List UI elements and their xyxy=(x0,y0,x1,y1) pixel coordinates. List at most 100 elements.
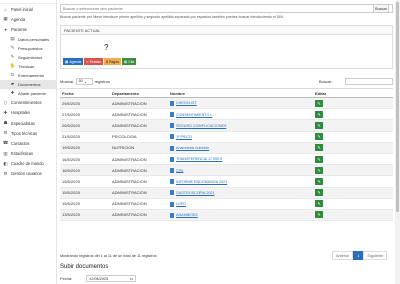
edit-icon[interactable]: ✎ xyxy=(315,144,323,152)
document-link[interactable]: TRANSFERENCIA 17.000 € xyxy=(176,157,222,161)
document-icon xyxy=(170,100,174,106)
patient-button-label: Clla xyxy=(128,59,135,64)
document-icon xyxy=(170,134,174,140)
sidebar-item-especialistas[interactable]: ☗ Especialistas xyxy=(0,118,56,128)
table-search-input[interactable] xyxy=(345,77,393,85)
col-fecha[interactable]: Fecha xyxy=(60,88,110,98)
sidebar-item-tipos-t-cnicas[interactable]: ⚙ Tipos técnicas xyxy=(0,128,56,138)
sidebar-item-label: Documentos xyxy=(18,81,41,87)
table-row: 15/5/2025 ADMINISTRACION INFORME ENDOMANGA… xyxy=(60,175,393,188)
document-link[interactable]: CPA xyxy=(176,168,183,172)
table-header-row: Fecha Departamento Nombre Editar xyxy=(60,88,393,98)
document-link[interactable]: 1ª PSICO xyxy=(176,135,192,139)
sidebar-item-gesti-n-usuarios[interactable]: ⚙ Gestión usuarios xyxy=(0,169,56,179)
sidebar-item-contactos[interactable]: ☎ Contactos xyxy=(0,138,56,148)
fecha-row: Fecha: 12/06/2025 ▭ xyxy=(60,275,137,282)
document-link[interactable]: ANAMNESIS xyxy=(176,213,198,217)
sidebar: ⌂ Panel inicial ▦ Agenda ● Paciente ▤ Datos per… xyxy=(0,0,57,284)
sidebar-item-label: Hospitales xyxy=(11,110,31,116)
sidebar-item-t-cnicas[interactable]: ✋ Técnicas xyxy=(0,62,56,71)
document-link[interactable]: Anamnesis nutrición xyxy=(176,146,209,150)
document-link[interactable]: SEGURO COMPLICACIONES xyxy=(176,124,226,128)
document-link[interactable]: CONSENTIMIENTO L xyxy=(176,113,212,117)
next-page-button[interactable]: Siguiente xyxy=(363,251,388,260)
table-row: 26/5/2025 ADMINISTRACION SEGURO COMPLICACI… xyxy=(60,119,393,132)
sidebar-item-label: Paciente xyxy=(11,26,27,32)
cell-nombre: INFORME ENDOMANGA 2021 xyxy=(168,175,313,188)
cell-fecha: 29/5/2025 xyxy=(60,97,110,110)
fecha-input[interactable]: 12/06/2025 ▭ xyxy=(86,275,137,282)
sidebar-item-agenda[interactable]: ▦ Agenda xyxy=(0,14,56,24)
col-departamento[interactable]: Departamento xyxy=(110,88,168,98)
document-link[interactable]: LOPD xyxy=(176,202,186,206)
main-content: Buscar Buscar paciente por Nieve Introdu… xyxy=(57,0,400,284)
patient-tiradas-button[interactable]: ≡ Tiradas xyxy=(84,58,103,65)
sidebar-item-datos-personales[interactable]: ▤ Datos personales xyxy=(0,35,56,44)
prev-page-button[interactable]: Anterior xyxy=(332,251,354,260)
sidebar-item-estad-sticas[interactable]: ▥ Estadísticas xyxy=(0,149,56,159)
patient-pagos-button[interactable]: $ Pagos xyxy=(103,58,121,65)
dashboard-icon: ◧ xyxy=(3,160,8,166)
folder-icon: ▰ xyxy=(10,81,15,87)
cell-nombre: GASTROSCOPIA 2021 xyxy=(168,187,313,199)
edit-icon[interactable]: ✎ xyxy=(315,166,323,174)
note-icon: ▤ xyxy=(123,59,128,64)
users-gear-icon: ⚙ xyxy=(3,170,8,176)
edit-icon[interactable]: ✎ xyxy=(315,189,323,197)
document-icon xyxy=(170,179,174,185)
edit-icon[interactable]: ✎ xyxy=(315,177,323,185)
sidebar-item-a-adir-paciente[interactable]: ✚ Añadir paciente xyxy=(0,89,56,98)
sidebar-item-cuadro-de-mando[interactable]: ◧ Cuadro de mando xyxy=(0,159,56,169)
page-length-select[interactable]: 50 ⌄ xyxy=(75,77,93,85)
edit-icon[interactable]: ✎ xyxy=(315,121,323,129)
list-icon: ≡ xyxy=(86,59,89,64)
edit-icon[interactable]: ✎ xyxy=(315,200,323,208)
sidebar-item-entrenamiento[interactable]: ⚖ Entrenamiento xyxy=(0,71,56,80)
patient-agenda-button[interactable]: ▦ Agenda xyxy=(63,58,84,65)
sidebar-item-seguimientos[interactable]: ✎ Seguimientos xyxy=(0,53,56,62)
sidebar-item-panel-inicial[interactable]: ⌂ Panel inicial xyxy=(0,4,56,14)
cell-fecha: 16/5/2025 xyxy=(60,164,110,177)
sidebar-item-label: Contactos xyxy=(11,140,30,146)
page-1-button[interactable]: 1 xyxy=(353,251,364,260)
table-info: Mostrando registros del 1 al 11 de un to… xyxy=(60,254,157,258)
cell-departamento: ADMINISTRACION xyxy=(110,164,168,177)
document-icon xyxy=(170,190,174,196)
dumbbell-icon: ⚖ xyxy=(10,72,15,78)
document-link[interactable]: GASTROSCOPIA 2021 xyxy=(176,191,215,195)
patient-action-buttons: ▦ Agenda ≡ Tiradas $ Pagos ▤ Clla xyxy=(63,58,137,65)
sidebar-item-documentos[interactable]: ▰ Documentos xyxy=(0,79,56,89)
scrollbar[interactable] xyxy=(395,0,400,284)
col-nombre[interactable]: Nombre xyxy=(168,88,313,98)
cell-departamento: PSICOLOGIA xyxy=(110,131,168,143)
cell-editar: ✎ xyxy=(313,131,393,143)
edit-icon[interactable]: ✎ xyxy=(315,110,323,118)
col-editar[interactable]: Editar xyxy=(313,88,393,98)
hand-icon: ✋ xyxy=(9,63,16,69)
patient-search-input[interactable] xyxy=(60,4,393,13)
edit-icon[interactable]: ✎ xyxy=(315,155,323,163)
sidebar-item-hospitales[interactable]: ✚ Hospitales xyxy=(0,108,56,118)
cell-fecha: 13/5/2025 xyxy=(60,209,110,222)
cell-editar: ✎ xyxy=(313,164,393,177)
sidebar-item-label: Tipos técnicas xyxy=(11,130,38,136)
table-row: 13/5/2025 ADMINISTRACION ANAMNESIS ✎ xyxy=(60,209,393,222)
patient-clla-button[interactable]: ▤ Clla xyxy=(121,58,137,65)
cell-fecha: 16/5/2025 xyxy=(60,153,110,166)
document-link[interactable]: CHECKLIST xyxy=(176,101,197,105)
search-button[interactable]: Buscar xyxy=(373,4,389,13)
edit-icon[interactable]: ✎ xyxy=(315,211,323,219)
sidebar-item-consentimientos[interactable]: ▯ Consentimientos xyxy=(0,98,56,108)
scrollbar-thumb[interactable] xyxy=(396,2,399,212)
cell-nombre: TRANSFERENCIA 17.000 € xyxy=(168,153,313,166)
cell-editar: ✎ xyxy=(313,209,393,222)
document-link[interactable]: INFORME ENDOMANGA 2021 xyxy=(176,180,227,184)
sidebar-item-presupuestos[interactable]: ✎ Presupuestos xyxy=(0,44,56,53)
edit-icon[interactable]: ✎ xyxy=(315,99,323,107)
current-patient-panel: PACIENTE ACTUAL ? ▦ Agenda ≡ Tiradas $ Pagos ▤… xyxy=(60,25,393,69)
pencil-icon: ✎ xyxy=(10,45,15,51)
sidebar-item-paciente[interactable]: ● Paciente xyxy=(0,24,56,34)
gear-icon: ⚙ xyxy=(3,130,8,136)
edit-icon[interactable]: ✎ xyxy=(315,133,323,141)
sidebar-item-label: Añadir paciente xyxy=(18,90,46,96)
